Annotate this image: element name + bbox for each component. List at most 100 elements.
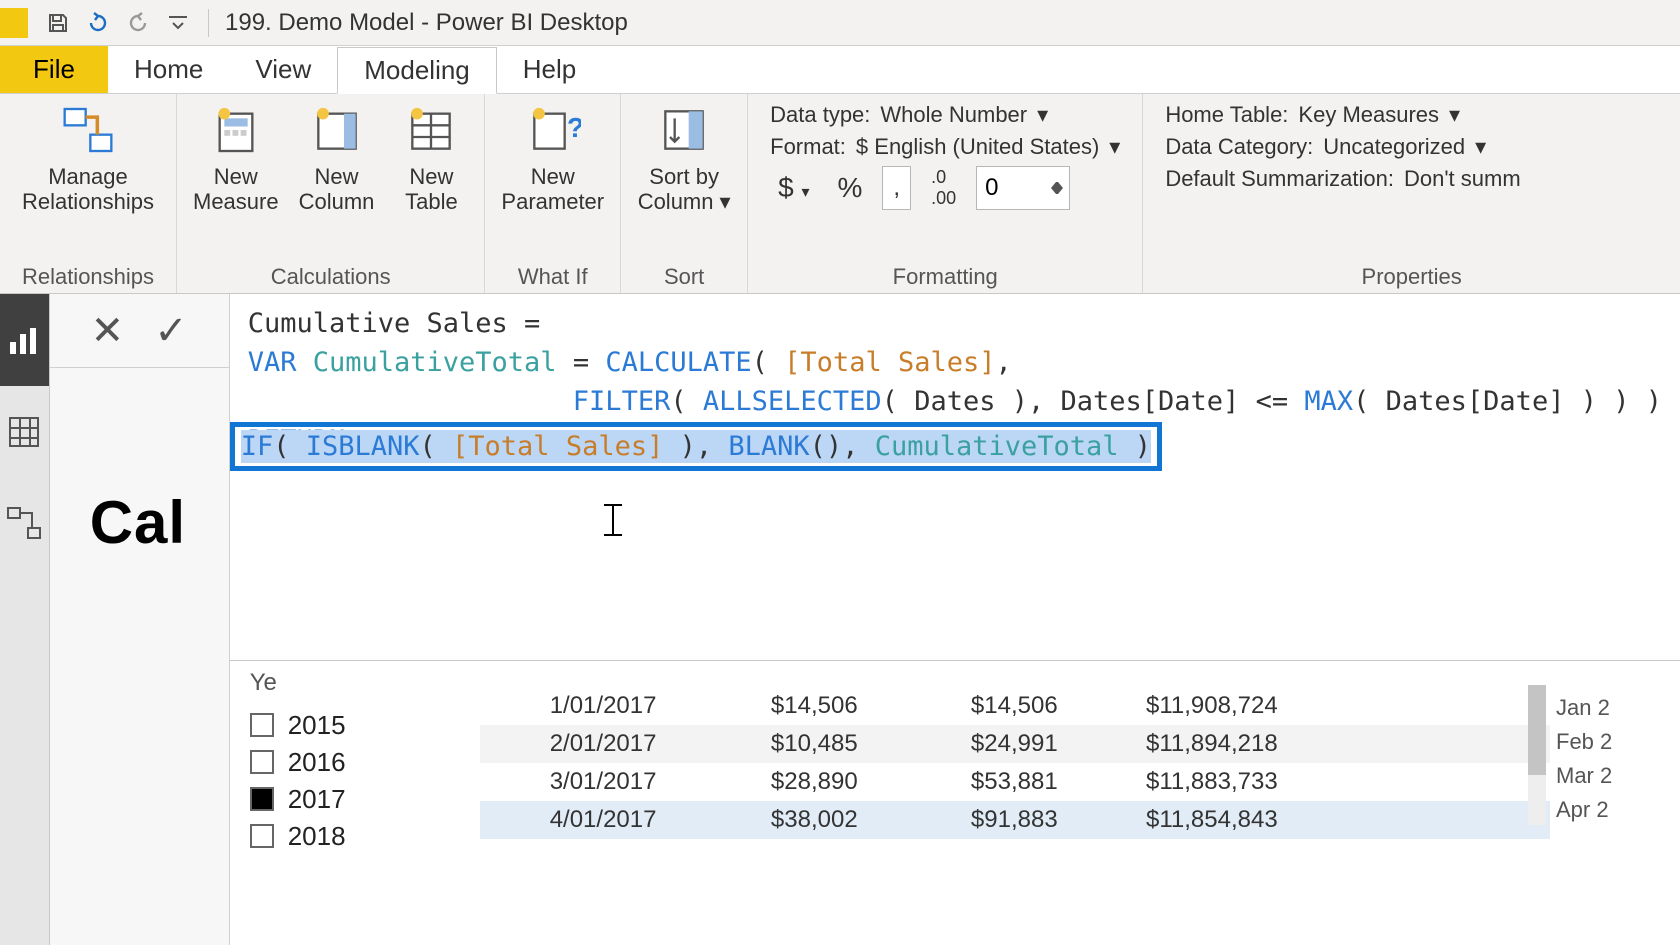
decimal-places-stepper[interactable]	[976, 166, 1070, 210]
table-row[interactable]: 4/01/2017 $38,002 $91,883 $11,854,843	[480, 801, 1550, 839]
chevron-down-icon: ▾	[720, 189, 731, 214]
checkbox-icon[interactable]	[250, 750, 274, 774]
chevron-down-icon: ▾	[1109, 134, 1120, 160]
formula-editor[interactable]: Cumulative Sales = VAR CumulativeTotal =…	[230, 294, 1680, 661]
label: Manage Relationships	[22, 164, 154, 215]
new-parameter-button[interactable]: ? New Parameter	[493, 98, 612, 219]
tab-help[interactable]: Help	[497, 46, 602, 93]
datatype-value: Whole Number	[880, 102, 1027, 128]
decimal-places-input[interactable]	[977, 167, 1045, 209]
view-rail	[0, 294, 50, 945]
save-button[interactable]	[38, 3, 78, 43]
home-table-dropdown[interactable]: Home Table: Key Measures ▾	[1165, 102, 1520, 128]
new-column-icon	[309, 102, 365, 158]
tab-view[interactable]: View	[229, 46, 337, 93]
undo-icon	[86, 11, 110, 35]
sort-by-column-button[interactable]: Sort by Column▾	[629, 98, 739, 219]
cancel-formula-button[interactable]: ✕	[91, 308, 125, 354]
slicer-header-fragment: Ye	[250, 669, 460, 697]
right-axis-fragment: Jan 2 Feb 2 Mar 2 Apr 2	[1550, 661, 1680, 945]
formula-line-1: Cumulative Sales =	[248, 308, 541, 339]
checkbox-icon[interactable]	[250, 787, 274, 811]
datatype-dropdown[interactable]: Data type: Whole Number ▾	[770, 102, 1120, 128]
report-view-button[interactable]	[0, 294, 49, 386]
group-whatif: ? New Parameter What If	[485, 94, 621, 293]
chevron-down-icon: ▾	[1449, 102, 1460, 128]
slicer-item[interactable]: 2016	[250, 744, 460, 781]
label: New Measure	[193, 164, 279, 215]
data-table: 1/01/2017 $14,506 $14,506 $11,908,724 2/…	[480, 661, 1550, 945]
checkbox-icon[interactable]	[250, 713, 274, 737]
text-cursor-icon	[248, 500, 1662, 540]
highlighted-formula-segment: IF( ISBLANK( [Total Sales] ), BLANK(), C…	[230, 422, 1162, 471]
checkbox-icon[interactable]	[250, 824, 274, 848]
label: Sort by Column▾	[638, 164, 731, 215]
new-column-button[interactable]: New Column	[291, 98, 383, 219]
data-view-icon	[4, 412, 44, 452]
format-label: Format:	[770, 134, 846, 160]
chevron-down-icon	[166, 11, 190, 35]
hometable-label: Home Table:	[1165, 102, 1288, 128]
model-view-icon	[4, 504, 44, 544]
model-view-button[interactable]	[0, 478, 49, 570]
sort-icon	[656, 102, 712, 158]
slicer-item[interactable]: 2017	[250, 781, 460, 818]
ribbon-tabs: File Home View Modeling Help	[0, 46, 1680, 94]
app-accent-icon	[0, 8, 28, 38]
format-dropdown[interactable]: Format: $ English (United States) ▾	[770, 134, 1120, 160]
label: New Table	[405, 164, 458, 215]
manage-relationships-icon	[60, 102, 116, 158]
summ-label: Default Summarization:	[1165, 166, 1394, 192]
group-label: Properties	[1151, 262, 1672, 291]
right-pane: Cumulative Sales = VAR CumulativeTotal =…	[230, 294, 1680, 945]
qat-customize-button[interactable]	[158, 3, 198, 43]
datatype-label: Data type:	[770, 102, 870, 128]
chevron-down-icon: ▾	[1037, 102, 1048, 128]
label: New Parameter	[501, 164, 604, 215]
new-measure-icon	[208, 102, 264, 158]
percent-button[interactable]: %	[830, 172, 871, 204]
group-label: Calculations	[185, 262, 476, 291]
thousands-separator-button[interactable]: ,	[882, 166, 911, 210]
format-value: $ English (United States)	[856, 134, 1099, 160]
table-row[interactable]: 1/01/2017 $14,506 $14,506 $11,908,724	[480, 687, 1550, 725]
label: New Column	[299, 164, 375, 215]
table-row[interactable]: 3/01/2017 $28,890 $53,881 $11,883,733	[480, 763, 1550, 801]
spinner-buttons[interactable]	[1045, 167, 1069, 209]
tok-var-name: CumulativeTotal	[313, 347, 557, 378]
undo-button[interactable]	[78, 3, 118, 43]
redo-icon	[126, 11, 150, 35]
scrollbar-thumb[interactable]	[1528, 685, 1546, 775]
svg-text:?: ?	[567, 112, 581, 143]
group-label: Formatting	[756, 262, 1134, 291]
file-tab[interactable]: File	[0, 46, 108, 93]
window-title: 199. Demo Model - Power BI Desktop	[219, 9, 628, 37]
redo-button[interactable]	[118, 3, 158, 43]
default-summarization-dropdown[interactable]: Default Summarization: Don't summ	[1165, 166, 1520, 192]
slicer-item[interactable]: 2015	[250, 707, 460, 744]
group-sort: Sort by Column▾ Sort	[621, 94, 748, 293]
group-label: Relationships	[8, 262, 168, 291]
data-category-dropdown[interactable]: Data Category: Uncategorized ▾	[1165, 134, 1520, 160]
new-parameter-icon: ?	[525, 102, 581, 158]
formula-bar-controls: ✕ ✓	[50, 294, 229, 368]
chevron-down-icon: ▾	[1475, 134, 1486, 160]
manage-relationships-button[interactable]: Manage Relationships	[8, 98, 168, 219]
chevron-down-icon: ▾	[801, 184, 809, 201]
data-view-button[interactable]	[0, 386, 49, 478]
left-strip: ✕ ✓ Cal	[50, 294, 230, 945]
tab-home[interactable]: Home	[108, 46, 229, 93]
slicer-item[interactable]: 2018	[250, 818, 460, 855]
scrollbar[interactable]	[1528, 685, 1546, 825]
report-view-icon	[4, 320, 44, 360]
new-measure-button[interactable]: New Measure	[185, 98, 287, 219]
new-table-button[interactable]: New Table	[386, 98, 476, 219]
commit-formula-button[interactable]: ✓	[154, 308, 188, 354]
title-bar: 199. Demo Model - Power BI Desktop	[0, 0, 1680, 46]
save-icon	[46, 11, 70, 35]
group-label: Sort	[629, 262, 739, 291]
table-row[interactable]: 2/01/2017 $10,485 $24,991 $11,894,218	[480, 725, 1550, 763]
group-formatting: Data type: Whole Number ▾ Format: $ Engl…	[748, 94, 1143, 293]
currency-button[interactable]: $ ▾	[770, 172, 817, 204]
tab-modeling[interactable]: Modeling	[337, 47, 497, 94]
